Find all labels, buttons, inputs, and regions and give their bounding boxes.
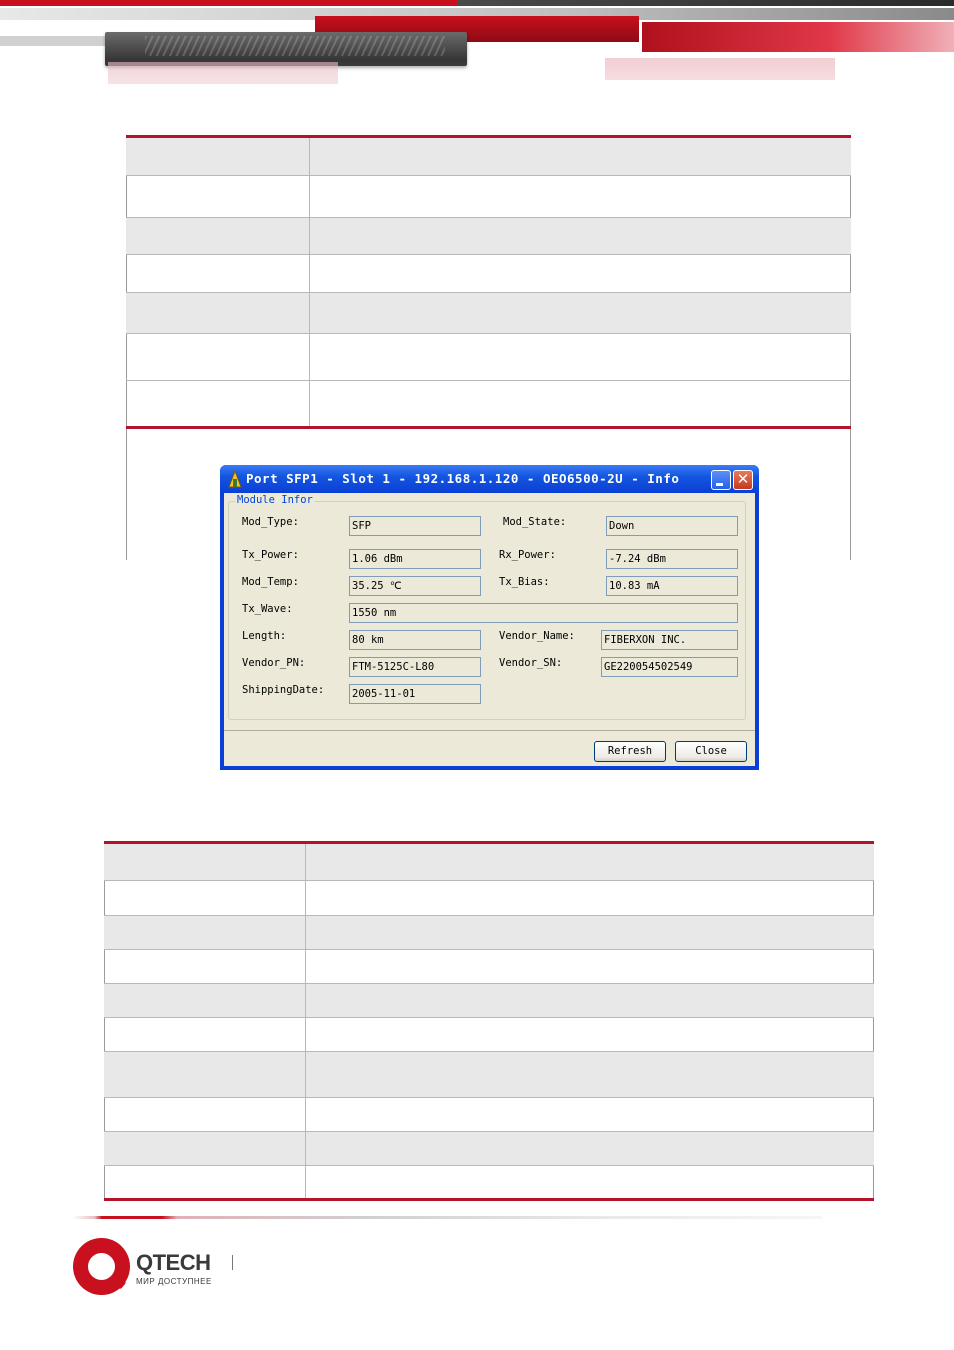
refresh-button[interactable]: Refresh [594,741,666,762]
vendor-pn-label: Vendor_PN: [242,657,306,669]
shipping-date-label: ShippingDate: [242,684,325,696]
tx-power-field[interactable]: 1.06 dBm [349,549,481,569]
brand-tagline: МИР ДОСТУПНЕЕ [136,1277,212,1286]
table-row [104,950,874,984]
close-window-button[interactable]: ✕ [733,470,753,490]
logo-divider [232,1255,233,1270]
table-row [104,1132,874,1166]
module-info-group: Module Infor Mod_Type: SFP Mod_State: Do… [228,494,746,720]
rx-power-field[interactable]: -7.24 dBm [606,549,738,569]
mod-temp-label: Mod_Temp: [242,576,299,588]
table-row [104,1052,874,1098]
vendor-name-field[interactable]: FIBERXON INC. [601,630,738,650]
table-bottom-border [126,426,851,429]
table-row [104,1098,874,1132]
table-row [126,293,851,334]
parameter-table-2 [104,841,874,1203]
table-row [104,881,874,916]
dialog-title: Port SFP1 - Slot 1 - 192.168.1.120 - OEO… [246,471,680,486]
mod-type-field[interactable]: SFP [349,516,481,536]
rx-power-label: Rx_Power: [499,549,556,561]
tx-power-label: Tx_Power: [242,549,299,561]
dialog-client-area: Module Infor Mod_Type: SFP Mod_State: Do… [224,493,755,766]
banner-fade [0,60,954,130]
vendor-sn-field[interactable]: GE220054502549 [601,657,738,677]
mod-state-label: Mod_State: [503,516,567,528]
table-header-row [104,844,874,881]
parameter-table-1 [126,135,851,560]
mod-type-label: Mod_Type: [242,516,299,528]
table-row [104,1166,874,1198]
vendor-name-label: Vendor_Name: [499,630,575,642]
table-row [104,984,874,1018]
table-row [126,381,851,427]
dialog-titlebar[interactable]: Port SFP1 - Slot 1 - 192.168.1.120 - OEO… [220,465,759,493]
app-icon [228,470,242,488]
length-field[interactable]: 80 km [349,630,481,650]
group-label: Module Infor [235,494,315,506]
module-info-dialog: Port SFP1 - Slot 1 - 192.168.1.120 - OEO… [220,465,759,770]
shipping-date-field[interactable]: 2005-11-01 [349,684,481,704]
vendor-pn-field[interactable]: FTM-5125C-L80 [349,657,481,677]
dialog-separator [224,730,755,731]
table-row [126,334,851,381]
banner-top-line [0,0,954,6]
table-row [126,218,851,255]
tx-bias-field[interactable]: 10.83 mA [606,576,738,596]
table-row [126,255,851,293]
brand-name: QTECH [136,1250,211,1275]
tx-bias-label: Tx_Bias: [499,576,550,588]
qtech-logo: QTECH МИР ДОСТУПНЕЕ [73,1236,243,1296]
tx-wave-field[interactable]: 1550 nm [349,603,738,623]
vendor-sn-label: Vendor_SN: [499,657,563,669]
close-button[interactable]: Close [675,741,747,762]
mod-state-field[interactable]: Down [606,516,738,536]
qtech-logo-icon [73,1238,130,1295]
header-banner [0,0,954,130]
tx-wave-label: Tx_Wave: [242,603,293,615]
length-label: Length: [242,630,287,642]
table-row [104,1018,874,1052]
footer-line [72,1216,822,1219]
mod-temp-field[interactable]: 35.25 ℃ [349,576,481,596]
table-bottom-border [104,1198,874,1201]
table-row [126,176,851,218]
banner-light-strip [0,36,110,46]
banner-red-bar-right [642,22,954,52]
table-header-row [126,138,851,176]
minimize-button[interactable] [711,470,731,490]
table-row [104,916,874,950]
